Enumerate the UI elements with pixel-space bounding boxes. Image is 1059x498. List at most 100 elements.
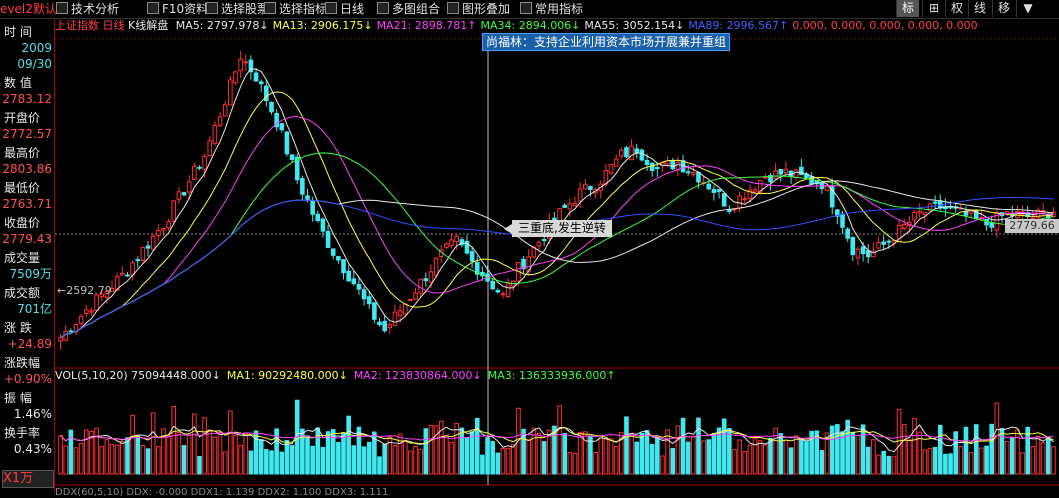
volume-bar <box>593 452 598 475</box>
ma34-line <box>60 152 1054 339</box>
volume-bar <box>341 432 346 475</box>
candle-body <box>629 145 634 161</box>
volume-bar <box>408 450 413 475</box>
candle-body <box>582 183 588 190</box>
candle-body <box>444 243 449 248</box>
volume-bar <box>1051 446 1056 475</box>
candle-body <box>89 310 94 313</box>
mark-button[interactable]: 标 <box>896 0 919 17</box>
move-button[interactable]: 移 <box>992 0 1015 17</box>
kline-chart[interactable] <box>55 19 1059 493</box>
candle-body <box>886 240 892 243</box>
volume-bar <box>454 422 459 475</box>
line-button[interactable]: 线 <box>968 0 991 17</box>
candle-body <box>742 198 748 201</box>
volume-bar <box>480 454 485 475</box>
volume-bar <box>737 439 742 475</box>
volume-bar <box>505 447 511 475</box>
volume-bar <box>999 428 1005 475</box>
volume-bar <box>763 444 768 475</box>
pattern-callout: 三重底,发生逆转 <box>504 220 612 237</box>
candle-body <box>613 158 619 167</box>
volume-bar <box>721 418 727 475</box>
ma-legend-item: MA13: 2906.175↓ <box>272 19 373 32</box>
volume-bar <box>305 435 310 475</box>
dropdown-button[interactable]: ▼ <box>1016 0 1039 17</box>
volume-bar <box>660 455 665 475</box>
volume-bar <box>968 452 974 475</box>
volume-bar <box>536 432 542 475</box>
candle-body <box>948 206 953 209</box>
volume-bar <box>1004 441 1010 475</box>
volume-bar <box>937 424 943 475</box>
info-value: 2763.71 <box>2 197 52 211</box>
ma-legend-item: MA55: 3052.154↓ <box>584 19 685 32</box>
candle-body <box>207 140 213 157</box>
volume-bar <box>788 447 794 475</box>
candle-body <box>320 218 326 232</box>
volume-bar <box>346 415 351 475</box>
candle-body <box>845 228 850 239</box>
candle-body <box>588 186 593 190</box>
toolbar-multi-chart[interactable]: 多图组合 <box>377 1 440 17</box>
candle-body <box>655 167 660 170</box>
volume-bar <box>706 439 712 475</box>
overlay-icon <box>447 2 459 14</box>
candle-body <box>876 242 881 249</box>
candle-body <box>783 168 789 173</box>
candle-body <box>408 298 413 302</box>
app-logo-label[interactable]: evel2默认 <box>0 1 57 17</box>
info-value: 2803.86 <box>2 162 52 176</box>
volume-bar <box>135 435 141 475</box>
select-stock-icon <box>206 2 218 14</box>
candle-body <box>233 71 238 84</box>
candle-body <box>799 166 804 176</box>
volume-bar <box>613 445 619 475</box>
candle-body <box>624 147 629 158</box>
volume-bar <box>269 450 274 475</box>
candle-body <box>166 221 171 229</box>
candle-body <box>865 250 871 258</box>
volume-bar <box>238 444 243 475</box>
toolbar-f10[interactable]: F10资料 <box>147 1 208 17</box>
ma-legend-item: 0.000, 0.000, 0.000, 0.000, 0.000 <box>792 19 978 32</box>
candle-body <box>377 321 382 326</box>
toolbar-overlay[interactable]: 图形叠加 <box>447 1 510 17</box>
volume-bar <box>258 439 264 475</box>
candle-body <box>649 162 655 171</box>
candle-body <box>634 148 640 154</box>
toolbar-period[interactable]: 日线 <box>325 1 364 17</box>
candle-body <box>300 178 305 195</box>
volume-bar <box>541 441 547 475</box>
candle-body <box>937 200 943 209</box>
candle-body <box>269 101 274 113</box>
toolbar-select-stock[interactable]: 选择股票 <box>206 1 269 17</box>
volume-bar <box>901 423 907 475</box>
f10-icon <box>147 2 159 14</box>
candle-body <box>382 320 387 332</box>
toolbar-tech-analysis[interactable]: 技术分析 <box>56 1 119 17</box>
news-headline[interactable]: 尚福林：支持企业利用资本市场开展兼并重组 <box>482 33 731 51</box>
volume-bar <box>562 432 568 475</box>
volume-bar <box>243 432 249 475</box>
candle-body <box>721 193 727 207</box>
unit-label: X1万 <box>2 470 54 488</box>
candle-body <box>536 241 542 247</box>
toolbar-common-indicators[interactable]: 常用指标 <box>520 1 583 17</box>
volume-bar <box>130 414 135 475</box>
rights-button[interactable]: 权 <box>945 0 968 17</box>
candle-body <box>901 223 907 230</box>
candle-body <box>253 72 259 82</box>
chart-kind-label: K线解盘 <box>128 19 169 32</box>
volume-bar <box>799 438 804 475</box>
candle-body <box>541 239 547 242</box>
volume-bar <box>793 435 799 475</box>
volume-bar <box>572 452 578 475</box>
period-label: 日线 <box>102 19 125 32</box>
volume-bar <box>608 438 614 475</box>
grid-button[interactable]: ⊞ <box>922 0 945 17</box>
volume-bar <box>459 427 465 475</box>
candle-body <box>58 337 63 342</box>
period-icon <box>325 2 337 14</box>
toolbar-select-indicator[interactable]: 选择指标 <box>264 1 327 17</box>
